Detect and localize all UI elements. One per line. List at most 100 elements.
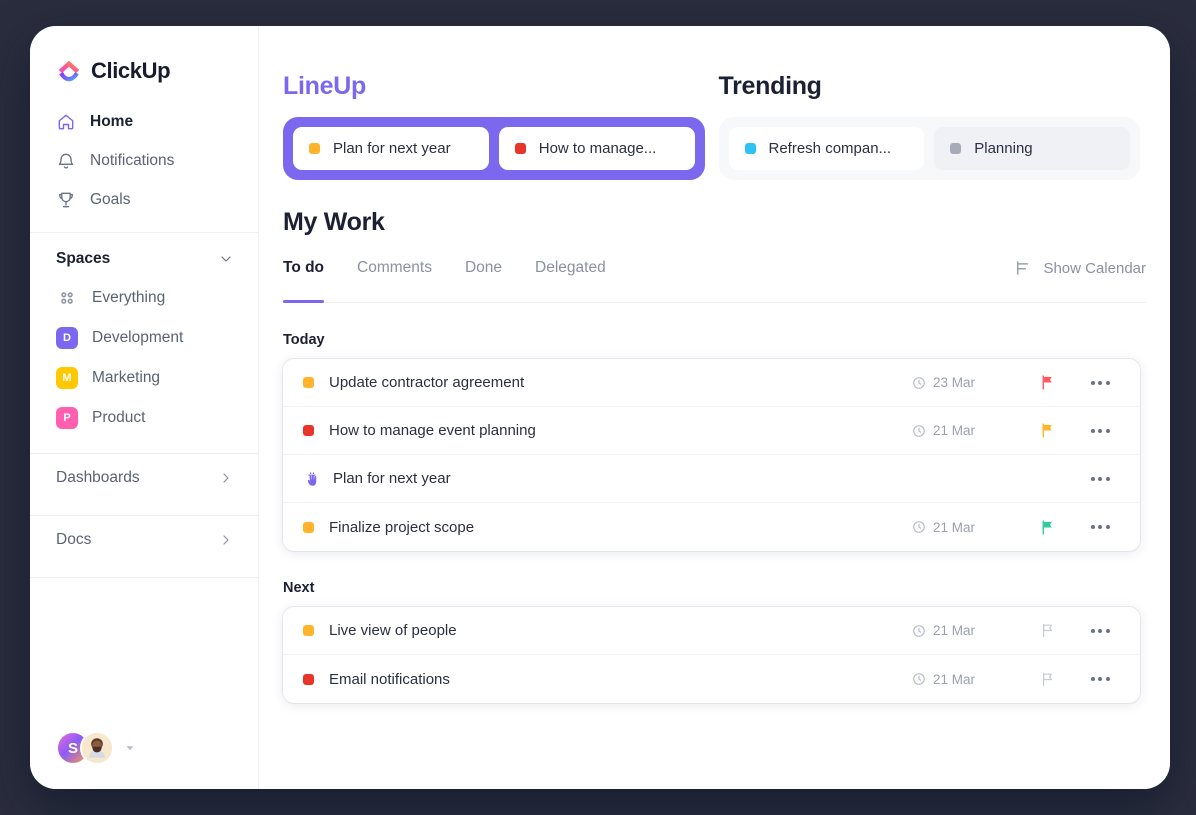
table-row[interactable]: Finalize project scope 21 Mar: [283, 503, 1140, 551]
sidebar-item-dashboards[interactable]: Dashboards: [30, 454, 258, 502]
due-date-label: 23 Mar: [933, 375, 976, 390]
sidebar-item-docs[interactable]: Docs: [30, 516, 258, 564]
flag-icon: [1042, 623, 1052, 638]
task-name: Finalize project scope: [329, 518, 475, 536]
row-menu-button[interactable]: [1078, 428, 1122, 433]
status-dot: [303, 521, 314, 533]
row-menu-button[interactable]: [1078, 628, 1122, 633]
due-date-label: 21 Mar: [933, 519, 976, 535]
tab-bar: To do Comments Done Delegated Show Calen…: [283, 259, 1146, 303]
sidebar-item-goals-label: Goals: [90, 190, 131, 208]
status-dot: [950, 143, 962, 154]
page-title: My Work: [283, 208, 385, 236]
lineup-item-0[interactable]: Plan for next year: [293, 127, 489, 170]
task-name: Live view of people: [329, 622, 457, 639]
trending-item-1-label: Planning: [974, 140, 1033, 157]
due-date[interactable]: 21 Mar: [912, 520, 1016, 535]
sidebar-item-everything[interactable]: Everything: [30, 278, 258, 318]
table-row[interactable]: Plan for next year: [283, 455, 1140, 503]
task-list-today: Update contractor agreement 23 Mar How t…: [283, 359, 1140, 551]
due-date[interactable]: 23 Mar: [912, 375, 1016, 390]
drag-hand-icon: [307, 471, 317, 486]
trending-item-1[interactable]: Planning: [934, 127, 1130, 170]
avatar-group[interactable]: S: [56, 731, 137, 765]
show-calendar-label: Show Calendar: [1043, 259, 1146, 277]
task-name: Plan for next year: [333, 470, 451, 487]
tab-done[interactable]: Done: [465, 259, 502, 303]
lineup-item-1[interactable]: How to manage...: [498, 127, 695, 170]
task-name: Update contractor agreement: [329, 374, 525, 391]
due-date[interactable]: 21 Mar: [912, 623, 1016, 638]
clock-icon: [913, 624, 925, 637]
status-dot: [303, 425, 314, 436]
priority-flag[interactable]: [1016, 622, 1078, 639]
due-date[interactable]: 21 Mar: [912, 423, 1016, 438]
table-row[interactable]: How to manage event planning 21 Mar: [283, 407, 1140, 455]
home-icon: [58, 114, 74, 129]
sidebar-item-dashboards-label: Dashboards: [56, 469, 140, 486]
table-row[interactable]: Email notifications 21 Mar: [283, 655, 1140, 703]
spaces-header-label: Spaces: [56, 250, 111, 267]
space-badge-marketing: M: [56, 367, 78, 389]
tab-todo[interactable]: To do: [283, 259, 325, 303]
group-title-next: Next: [283, 580, 315, 596]
sidebar-item-docs-label: Docs: [56, 531, 92, 548]
tab-delegated[interactable]: Delegated: [535, 259, 606, 303]
row-menu-button[interactable]: [1078, 380, 1122, 385]
status-dot: [309, 143, 320, 154]
tab-comments[interactable]: Comments: [357, 259, 432, 303]
priority-flag[interactable]: [1016, 671, 1078, 688]
task-name: Email notifications: [329, 670, 450, 688]
due-date-label: 21 Mar: [933, 671, 976, 687]
top-widgets-row: LineUp Plan for next year How to manage.…: [259, 26, 1170, 180]
clock-icon: [913, 424, 925, 437]
ellipsis-icon: [1090, 380, 1110, 385]
flag-icon: [1042, 423, 1052, 438]
app-logo-text: ClickUp: [91, 58, 171, 83]
avatar-user[interactable]: [80, 731, 114, 765]
chevron-right-icon: [223, 535, 229, 545]
ellipsis-icon: [1090, 525, 1110, 529]
primary-nav: Home Notifications Goals: [30, 88, 258, 219]
sidebar-item-development-label: Development: [92, 329, 184, 346]
space-badge-product: P: [56, 407, 78, 429]
table-row[interactable]: Update contractor agreement 23 Mar: [283, 359, 1140, 407]
priority-flag[interactable]: [1016, 519, 1078, 536]
priority-flag[interactable]: [1016, 422, 1078, 439]
calendar-toggle-icon: [1017, 261, 1029, 275]
sidebar-item-marketing[interactable]: M Marketing: [30, 358, 258, 398]
ellipsis-icon: [1090, 476, 1110, 481]
screenshot-root: ClickUp Home Notifications Goals Spaces …: [0, 0, 1196, 815]
status-dot: [744, 143, 756, 154]
sidebar-item-development[interactable]: D Development: [30, 318, 258, 358]
sidebar-item-home-label: Home: [90, 112, 134, 130]
lineup-card: Plan for next year How to manage...: [283, 117, 705, 180]
sidebar-item-notifications[interactable]: Notifications: [30, 141, 258, 180]
caret-down-icon[interactable]: [123, 741, 137, 755]
app-logo[interactable]: ClickUp: [30, 26, 258, 88]
bell-icon: [58, 153, 74, 169]
ellipsis-icon: [1090, 428, 1110, 433]
clock-icon: [913, 521, 925, 533]
sidebar-divider-4: [30, 577, 258, 578]
sidebar-item-product[interactable]: P Product: [30, 398, 258, 438]
due-date[interactable]: 21 Mar: [912, 672, 1016, 687]
row-menu-button[interactable]: [1078, 525, 1122, 529]
priority-flag[interactable]: [1016, 374, 1078, 391]
trending-widget: Trending Refresh compan... Planning: [718, 72, 1140, 180]
tabs: To do Comments Done Delegated: [283, 259, 606, 303]
sidebar-item-marketing-label: Marketing: [92, 369, 161, 386]
show-calendar-button[interactable]: Show Calendar: [1014, 259, 1146, 303]
spaces-section-header[interactable]: Spaces: [30, 233, 258, 278]
row-menu-button[interactable]: [1078, 677, 1122, 681]
task-name: How to manage event planning: [329, 422, 536, 439]
trending-item-0[interactable]: Refresh compan...: [728, 127, 925, 170]
sidebar-item-goals[interactable]: Goals: [30, 180, 258, 219]
flag-icon: [1042, 375, 1052, 390]
row-menu-button[interactable]: [1078, 476, 1122, 481]
status-dot: [514, 143, 526, 154]
table-row[interactable]: Live view of people 21 Mar: [283, 607, 1140, 655]
ellipsis-icon: [1090, 677, 1110, 681]
sidebar-item-home[interactable]: Home: [30, 102, 258, 141]
clock-icon: [913, 673, 925, 685]
